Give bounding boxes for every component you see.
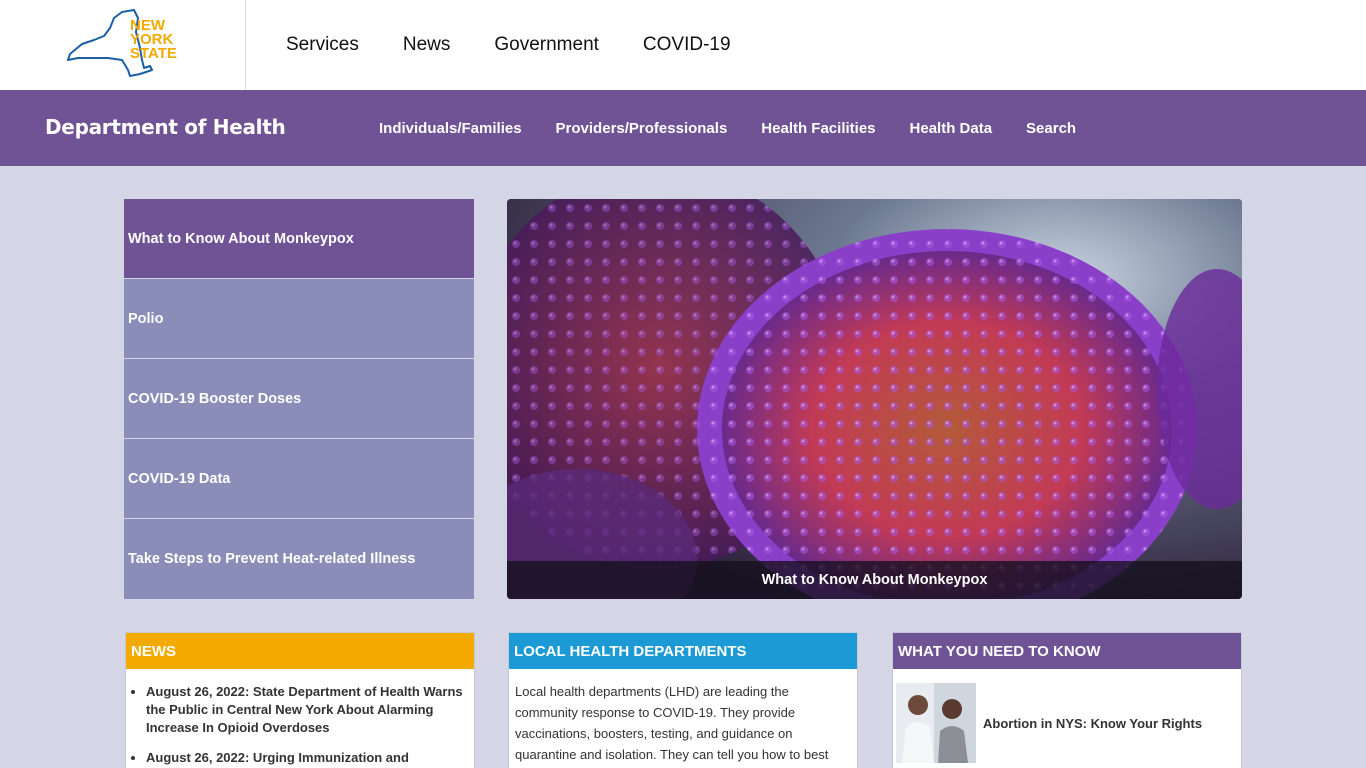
news-card: NEWS August 26, 2022: State Department o… (125, 632, 475, 768)
need-to-know-card: WHAT YOU NEED TO KNOW Abortion in NYS: K… (892, 632, 1242, 768)
department-bar: Department of Health Individuals/Familie… (0, 90, 1366, 166)
nys-logo-icon[interactable]: NEW YORK STATE (64, 8, 184, 80)
feature-item-heat[interactable]: Take Steps to Prevent Heat-related Illne… (124, 519, 474, 599)
news-list: August 26, 2022: State Department of Hea… (126, 669, 474, 767)
topnav-government[interactable]: Government (494, 34, 599, 56)
state-nav: Services News Government COVID-19 (286, 0, 775, 90)
doctor-patient-thumbnail-icon (896, 683, 976, 763)
hero-slide[interactable]: What to Know About Monkeypox (507, 199, 1242, 599)
department-title[interactable]: Department of Health (45, 115, 286, 139)
local-health-card-title: LOCAL HEALTH DEPARTMENTS (509, 633, 857, 669)
deptnav-search[interactable]: Search (1026, 120, 1076, 137)
need-to-know-card-title: WHAT YOU NEED TO KNOW (893, 633, 1241, 669)
need-to-know-label: Abortion in NYS: Know Your Rights (983, 715, 1203, 731)
deptnav-individuals[interactable]: Individuals/Families (379, 120, 522, 137)
deptnav-facilities[interactable]: Health Facilities (761, 120, 875, 137)
topnav-covid[interactable]: COVID-19 (643, 34, 731, 56)
feature-item-polio[interactable]: Polio (124, 279, 474, 359)
topnav-services[interactable]: Services (286, 34, 359, 56)
need-to-know-item[interactable]: Abortion in NYS: Know Your Rights (893, 669, 1241, 763)
logo-line-3: STATE (130, 45, 177, 62)
hero-caption[interactable]: What to Know About Monkeypox (507, 561, 1242, 599)
deptnav-providers[interactable]: Providers/Professionals (556, 120, 728, 137)
state-header: NEW YORK STATE Services News Government … (0, 0, 1366, 90)
feature-item-covid-data[interactable]: COVID-19 Data (124, 439, 474, 519)
local-health-text: Local health departments (LHD) are leadi… (515, 684, 829, 762)
deptnav-health-data[interactable]: Health Data (910, 120, 993, 137)
news-card-title: NEWS (126, 633, 474, 669)
news-item[interactable]: August 26, 2022: State Department of Hea… (146, 683, 464, 737)
news-item[interactable]: August 26, 2022: Urging Immunization and (146, 749, 464, 767)
topnav-news[interactable]: News (403, 34, 451, 56)
feature-item-booster[interactable]: COVID-19 Booster Doses (124, 359, 474, 439)
logo-area[interactable]: NEW YORK STATE (0, 0, 246, 90)
feature-list: What to Know About Monkeypox Polio COVID… (124, 199, 474, 599)
feature-item-monkeypox[interactable]: What to Know About Monkeypox (124, 199, 474, 279)
virus-illustration (507, 199, 1242, 599)
department-nav: Individuals/Families Providers/Professio… (379, 90, 1110, 166)
local-health-card: LOCAL HEALTH DEPARTMENTS Local health de… (508, 632, 858, 768)
